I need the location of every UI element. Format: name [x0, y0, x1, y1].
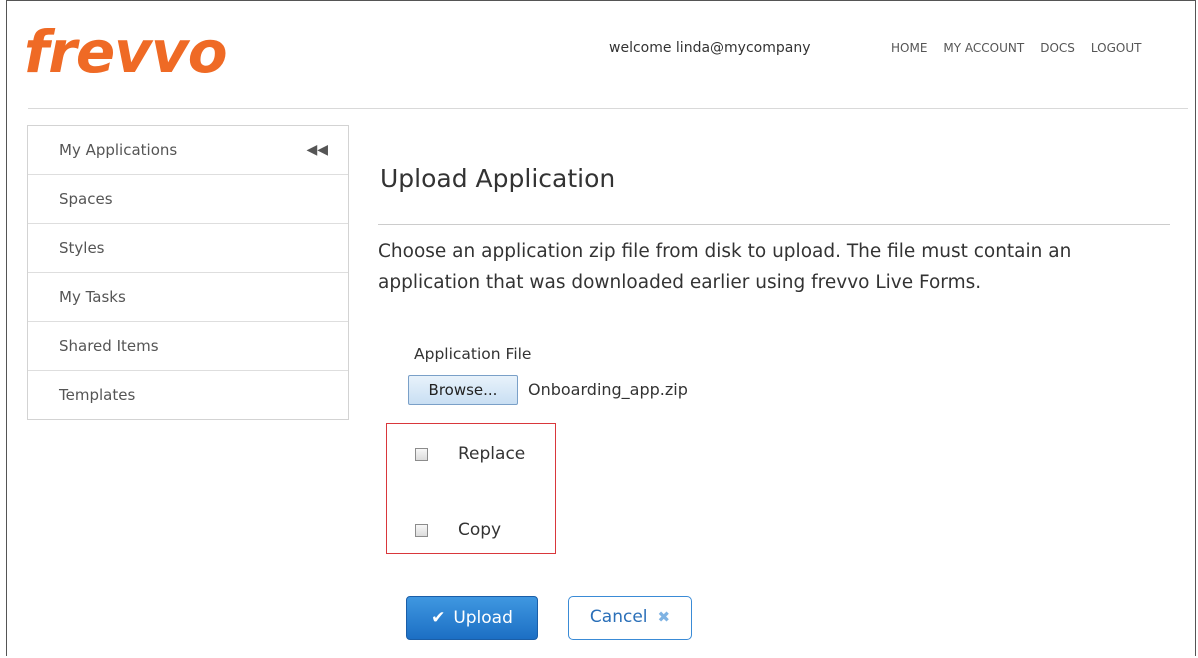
application-file-label: Application File: [414, 345, 532, 363]
nav-docs-link[interactable]: DOCS: [1040, 41, 1075, 55]
sidebar-item-my-tasks[interactable]: My Tasks: [28, 273, 348, 322]
top-nav: HOME MY ACCOUNT DOCS LOGOUT: [891, 41, 1141, 55]
frevvo-logo[interactable]: frevvo: [24, 14, 228, 90]
page-title: Upload Application: [380, 164, 616, 193]
sidebar-item-label: My Applications: [59, 141, 178, 159]
checkmark-icon: ✔: [431, 608, 446, 628]
upload-button-label: Upload: [453, 608, 513, 628]
sidebar-item-shared-items[interactable]: Shared Items: [28, 322, 348, 371]
replace-label: Replace: [458, 444, 526, 464]
sidebar-item-label: My Tasks: [59, 288, 126, 306]
nav-home-link[interactable]: HOME: [891, 41, 927, 55]
sidebar-item-styles[interactable]: Styles: [28, 224, 348, 273]
sidebar-item-label: Shared Items: [59, 337, 159, 355]
copy-label: Copy: [458, 520, 502, 540]
nav-my-account-link[interactable]: MY ACCOUNT: [943, 41, 1024, 55]
sidebar-item-templates[interactable]: Templates: [28, 371, 348, 419]
double-chevron-left-icon[interactable]: ◀◀: [306, 126, 328, 174]
sidebar-item-label: Spaces: [59, 190, 113, 208]
sidebar-item-spaces[interactable]: Spaces: [28, 175, 348, 224]
nav-logout-link[interactable]: LOGOUT: [1091, 41, 1142, 55]
browse-button[interactable]: Browse...: [408, 375, 518, 405]
sidebar: My Applications ◀◀ Spaces Styles My Task…: [27, 125, 349, 420]
cancel-button-label: Cancel: [589, 607, 648, 627]
sidebar-item-my-applications[interactable]: My Applications ◀◀: [28, 126, 348, 175]
close-icon: ✖: [657, 608, 671, 626]
replace-checkbox[interactable]: [415, 448, 428, 461]
sidebar-item-label: Styles: [59, 239, 105, 257]
title-divider: [378, 224, 1170, 225]
cancel-button[interactable]: Cancel ✖: [568, 596, 692, 640]
upload-description: Choose an application zip file from disk…: [378, 241, 1072, 293]
upload-button[interactable]: ✔ Upload: [406, 596, 538, 640]
header-divider: [28, 108, 1188, 109]
selected-file-name: Onboarding_app.zip: [528, 380, 688, 399]
welcome-text: welcome linda@mycompany: [609, 40, 811, 56]
copy-checkbox[interactable]: [415, 524, 428, 537]
sidebar-item-label: Templates: [59, 386, 136, 404]
